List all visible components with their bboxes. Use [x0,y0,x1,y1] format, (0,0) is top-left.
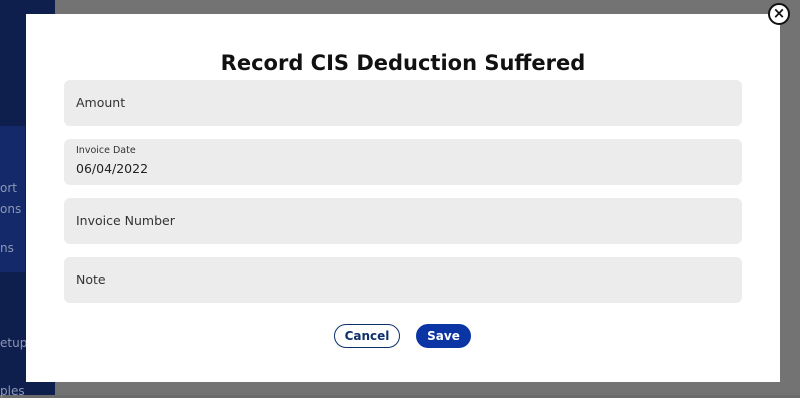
invoice-date-label: Invoice Date [76,145,136,156]
cis-deduction-modal: Record CIS Deduction Suffered Amount Inv… [26,14,780,382]
note-field[interactable]: Note [64,257,742,303]
invoice-number-placeholder: Invoice Number [76,213,175,228]
save-button[interactable]: Save [416,324,471,348]
sidebar-item-fragment[interactable]: ons [0,202,21,216]
amount-field[interactable]: Amount [64,80,742,126]
sidebar-item-fragment[interactable]: ort [0,181,17,195]
invoice-date-field[interactable]: Invoice Date 06/04/2022 [64,139,742,185]
invoice-number-field[interactable]: Invoice Number [64,198,742,244]
amount-placeholder: Amount [76,95,126,110]
sidebar-item-fragment[interactable]: ples [0,384,25,398]
note-placeholder: Note [76,272,106,287]
invoice-date-value: 06/04/2022 [76,161,149,176]
sidebar-item-fragment[interactable]: etup [0,336,27,350]
cancel-button[interactable]: Cancel [334,324,400,348]
sidebar-item-fragment[interactable]: ns [0,241,14,255]
close-icon[interactable]: × [768,3,790,25]
modal-title: Record CIS Deduction Suffered [220,51,586,75]
